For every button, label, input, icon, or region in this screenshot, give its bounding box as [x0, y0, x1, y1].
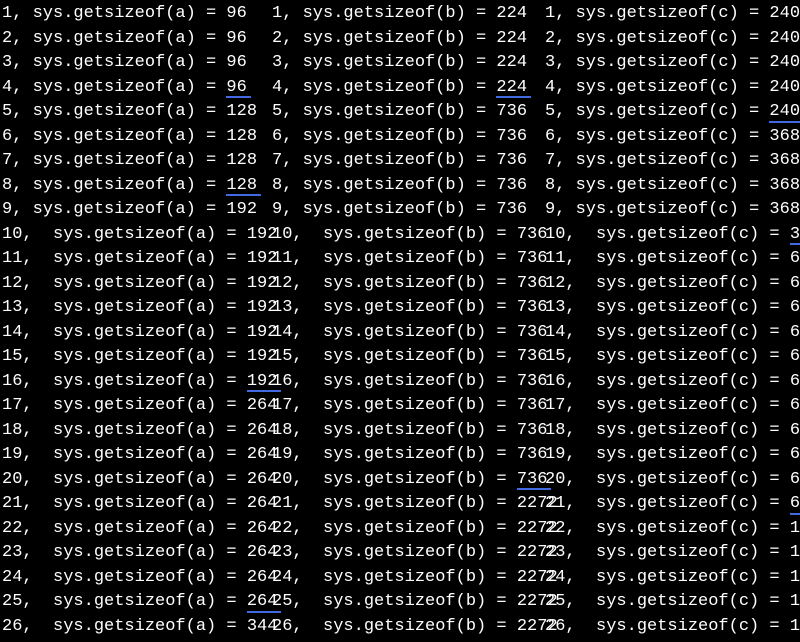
- output-line: 1, sys.getsizeof(c) = 240: [545, 2, 799, 27]
- output-line: 22, sys.getsizeof(c) = 1184: [545, 517, 799, 542]
- output-line: 21, sys.getsizeof(a) = 264: [2, 492, 270, 517]
- output-line: 4, sys.getsizeof(a) = 96: [2, 76, 270, 101]
- output-line: 6, sys.getsizeof(a) = 128: [2, 125, 270, 150]
- output-line: 1, sys.getsizeof(a) = 96: [2, 2, 270, 27]
- output-line: 19, sys.getsizeof(b) = 736: [272, 443, 543, 468]
- output-line: 19, sys.getsizeof(a) = 264: [2, 443, 270, 468]
- column-c: 1, sys.getsizeof(c) = 2402, sys.getsizeo…: [543, 2, 799, 639]
- output-line: 9, sys.getsizeof(c) = 368: [545, 198, 799, 223]
- output-line: 13, sys.getsizeof(c) = 648: [545, 296, 799, 321]
- output-line: 24, sys.getsizeof(a) = 264: [2, 566, 270, 591]
- output-line: 8, sys.getsizeof(a) = 128: [2, 174, 270, 199]
- output-line: 2, sys.getsizeof(b) = 224: [272, 27, 543, 52]
- output-line: 5, sys.getsizeof(c) = 240: [545, 100, 799, 125]
- output-line: 12, sys.getsizeof(b) = 736: [272, 272, 543, 297]
- output-line: 26, sys.getsizeof(b) = 2272: [272, 615, 543, 640]
- column-b: 1, sys.getsizeof(b) = 2242, sys.getsizeo…: [270, 2, 543, 639]
- output-line: 11, sys.getsizeof(b) = 736: [272, 247, 543, 272]
- output-line: 8, sys.getsizeof(c) = 368: [545, 174, 799, 199]
- terminal-output: 1, sys.getsizeof(a) = 962, sys.getsizeof…: [0, 0, 800, 639]
- output-line: 20, sys.getsizeof(b) = 736: [272, 468, 543, 493]
- output-line: 16, sys.getsizeof(a) = 192: [2, 370, 270, 395]
- output-line: 17, sys.getsizeof(c) = 648: [545, 394, 799, 419]
- output-line: 11, sys.getsizeof(a) = 192: [2, 247, 270, 272]
- output-line: 20, sys.getsizeof(a) = 264: [2, 468, 270, 493]
- output-line: 2, sys.getsizeof(c) = 240: [545, 27, 799, 52]
- underline-annotation: [226, 96, 250, 98]
- output-line: 19, sys.getsizeof(c) = 648: [545, 443, 799, 468]
- output-line: 9, sys.getsizeof(a) = 192: [2, 198, 270, 223]
- output-line: 10, sys.getsizeof(c) = 368: [545, 223, 799, 248]
- output-line: 3, sys.getsizeof(c) = 240: [545, 51, 799, 76]
- output-line: 18, sys.getsizeof(c) = 648: [545, 419, 799, 444]
- underline-annotation: [496, 96, 531, 98]
- output-line: 14, sys.getsizeof(b) = 736: [272, 321, 543, 346]
- output-line: 14, sys.getsizeof(c) = 648: [545, 321, 799, 346]
- output-line: 10, sys.getsizeof(b) = 736: [272, 223, 543, 248]
- underline-annotation: [790, 243, 800, 245]
- output-line: 6, sys.getsizeof(c) = 368: [545, 125, 799, 150]
- output-line: 16, sys.getsizeof(c) = 648: [545, 370, 799, 395]
- output-line: 15, sys.getsizeof(b) = 736: [272, 345, 543, 370]
- underline-annotation: [790, 513, 800, 515]
- output-line: 11, sys.getsizeof(c) = 648: [545, 247, 799, 272]
- output-line: 5, sys.getsizeof(a) = 128: [2, 100, 270, 125]
- underline-annotation: [769, 121, 800, 123]
- output-line: 4, sys.getsizeof(b) = 224: [272, 76, 543, 101]
- output-line: 20, sys.getsizeof(c) = 648: [545, 468, 799, 493]
- output-line: 17, sys.getsizeof(a) = 264: [2, 394, 270, 419]
- output-line: 15, sys.getsizeof(a) = 192: [2, 345, 270, 370]
- output-line: 21, sys.getsizeof(c) = 648: [545, 492, 799, 517]
- output-line: 6, sys.getsizeof(b) = 736: [272, 125, 543, 150]
- output-line: 23, sys.getsizeof(a) = 264: [2, 541, 270, 566]
- column-a: 1, sys.getsizeof(a) = 962, sys.getsizeof…: [0, 2, 270, 639]
- output-line: 17, sys.getsizeof(b) = 736: [272, 394, 543, 419]
- output-line: 23, sys.getsizeof(b) = 2272: [272, 541, 543, 566]
- output-line: 25, sys.getsizeof(b) = 2272: [272, 590, 543, 615]
- output-line: 26, sys.getsizeof(c) = 1184: [545, 615, 799, 640]
- output-line: 13, sys.getsizeof(a) = 192: [2, 296, 270, 321]
- output-line: 8, sys.getsizeof(b) = 736: [272, 174, 543, 199]
- output-line: 9, sys.getsizeof(b) = 736: [272, 198, 543, 223]
- output-line: 13, sys.getsizeof(b) = 736: [272, 296, 543, 321]
- underline-annotation: [226, 194, 261, 196]
- output-line: 12, sys.getsizeof(a) = 192: [2, 272, 270, 297]
- output-line: 18, sys.getsizeof(a) = 264: [2, 419, 270, 444]
- output-line: 7, sys.getsizeof(c) = 368: [545, 149, 799, 174]
- output-line: 2, sys.getsizeof(a) = 96: [2, 27, 270, 52]
- output-line: 15, sys.getsizeof(c) = 648: [545, 345, 799, 370]
- output-line: 12, sys.getsizeof(c) = 648: [545, 272, 799, 297]
- output-line: 14, sys.getsizeof(a) = 192: [2, 321, 270, 346]
- output-line: 16, sys.getsizeof(b) = 736: [272, 370, 543, 395]
- output-line: 24, sys.getsizeof(b) = 2272: [272, 566, 543, 591]
- output-line: 22, sys.getsizeof(b) = 2272: [272, 517, 543, 542]
- output-line: 18, sys.getsizeof(b) = 736: [272, 419, 543, 444]
- output-line: 24, sys.getsizeof(c) = 1184: [545, 566, 799, 591]
- output-line: 7, sys.getsizeof(a) = 128: [2, 149, 270, 174]
- output-line: 3, sys.getsizeof(b) = 224: [272, 51, 543, 76]
- output-line: 3, sys.getsizeof(a) = 96: [2, 51, 270, 76]
- output-line: 25, sys.getsizeof(c) = 1184: [545, 590, 799, 615]
- output-line: 1, sys.getsizeof(b) = 224: [272, 2, 543, 27]
- output-line: 25, sys.getsizeof(a) = 264: [2, 590, 270, 615]
- output-line: 5, sys.getsizeof(b) = 736: [272, 100, 543, 125]
- output-line: 26, sys.getsizeof(a) = 344: [2, 615, 270, 640]
- output-line: 7, sys.getsizeof(b) = 736: [272, 149, 543, 174]
- output-line: 10, sys.getsizeof(a) = 192: [2, 223, 270, 248]
- output-line: 23, sys.getsizeof(c) = 1184: [545, 541, 799, 566]
- output-line: 4, sys.getsizeof(c) = 240: [545, 76, 799, 101]
- output-line: 22, sys.getsizeof(a) = 264: [2, 517, 270, 542]
- output-line: 21, sys.getsizeof(b) = 2272: [272, 492, 543, 517]
